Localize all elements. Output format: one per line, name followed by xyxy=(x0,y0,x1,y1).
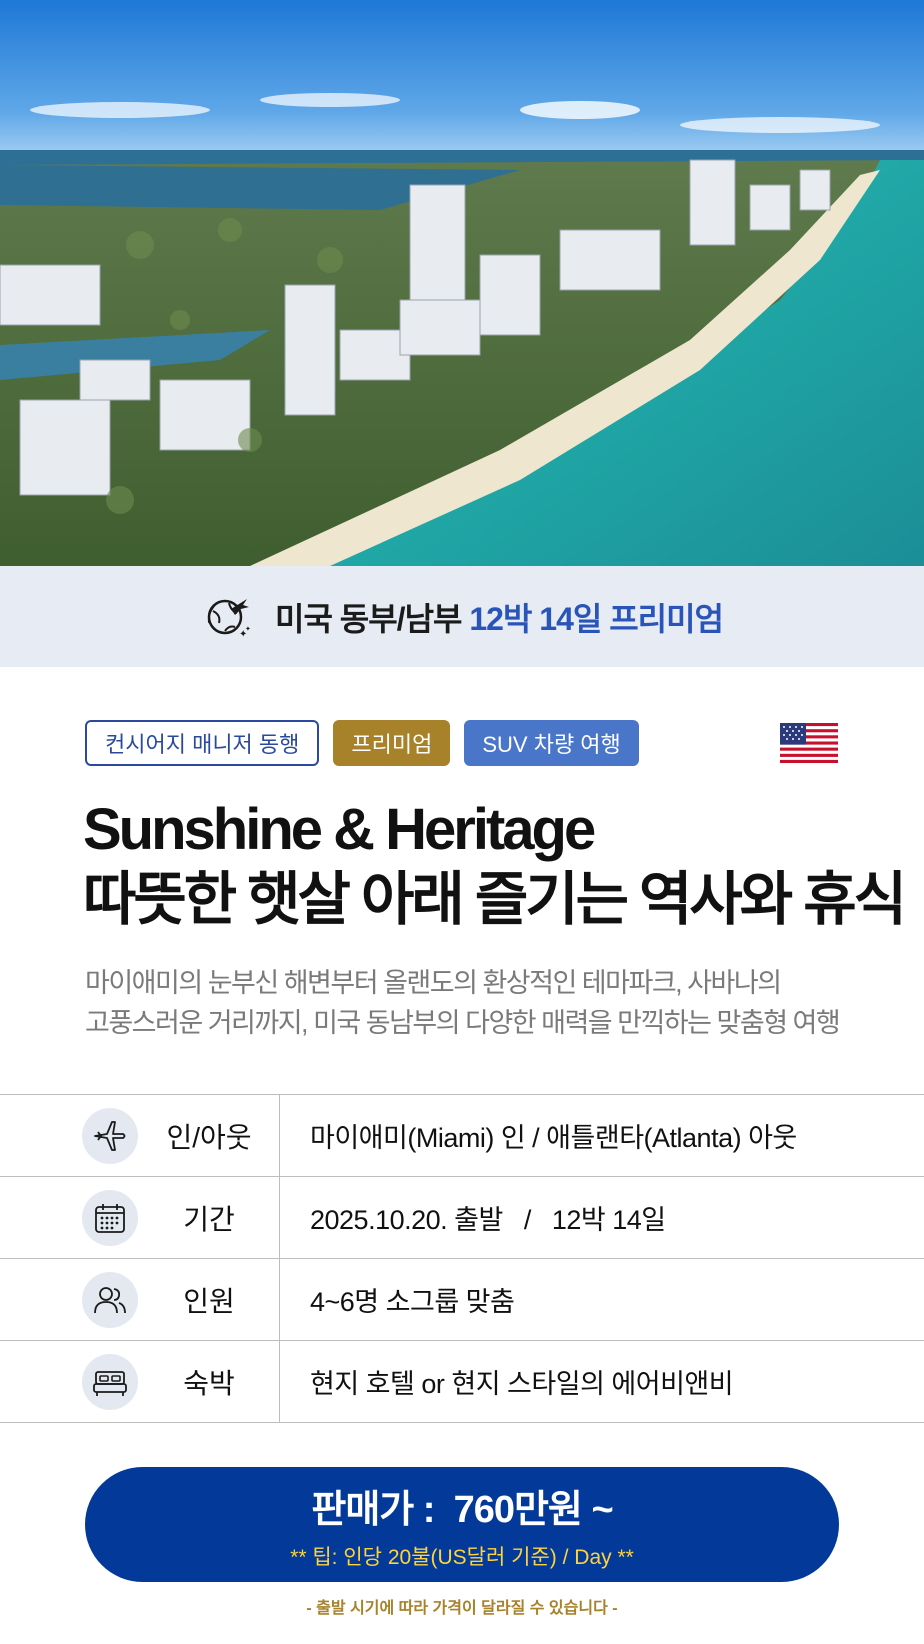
price-tip: ** 팁: 인당 20불(US달러 기준) / Day ** xyxy=(290,1546,634,1569)
tag-suv: SUV 차량 여행 xyxy=(464,720,639,766)
info-value-lodging: 현지 호텔 or 현지 스타일의 에어비앤비 xyxy=(310,1369,734,1399)
info-table: 인/아웃 마이애미(Miami) 인 / 애틀랜타(Atlanta) 아웃 기간… xyxy=(0,1094,924,1423)
info-value-people: 4~6명 소그룹 맞춤 xyxy=(310,1287,515,1317)
row-divider xyxy=(279,1177,280,1258)
description: 마이애미의 눈부신 해변부터 올랜도의 환상적인 테마파크, 사바나의 고풍스러… xyxy=(85,963,841,1043)
info-row-people: 인원 4~6명 소그룹 맞춤 xyxy=(0,1259,924,1341)
info-label-period: 기간 xyxy=(183,1203,235,1235)
row-divider xyxy=(279,1341,280,1422)
banner-title-duration: 12박 14일 프리미엄 xyxy=(469,600,724,637)
info-row-lodging: 숙박 현지 호텔 or 현지 스타일의 에어비앤비 xyxy=(0,1341,924,1423)
description-line-1: 마이애미의 눈부신 해변부터 올랜도의 환상적인 테마파크, 사바나의 xyxy=(85,968,782,998)
headline: Sunshine & Heritage 따뜻한 햇살 아래 즐기는 역사와 휴식 xyxy=(83,795,907,935)
info-label-lodging: 숙박 xyxy=(183,1367,235,1399)
headline-english: Sunshine & Heritage xyxy=(83,797,596,862)
info-label-inout: 인/아웃 xyxy=(166,1121,252,1153)
tag-row: 컨시어지 매니저 동행 프리미엄 SUV 차량 여행 xyxy=(85,720,639,766)
us-flag-icon xyxy=(780,723,838,763)
svg-text:✦: ✦ xyxy=(245,625,251,633)
people-icon xyxy=(82,1272,138,1328)
airplane-icon xyxy=(82,1108,138,1164)
info-value-inout: 마이애미(Miami) 인 / 애틀랜타(Atlanta) 아웃 xyxy=(310,1123,797,1153)
hero-photo xyxy=(0,0,924,566)
row-divider xyxy=(279,1259,280,1340)
banner-title-destination: 미국 동부/남부 xyxy=(275,600,462,637)
info-value-period: 2025.10.20. 출발 / 12박 14일 xyxy=(310,1205,666,1235)
info-row-period: 기간 2025.10.20. 출발 / 12박 14일 xyxy=(0,1177,924,1259)
headline-korean: 따뜻한 햇살 아래 즐기는 역사와 휴식 xyxy=(83,867,907,932)
info-label-people: 인원 xyxy=(183,1285,235,1317)
globe-plane-icon: ✦ ✦ xyxy=(207,598,251,640)
price-note: - 출발 시기에 따라 가격이 달라질 수 있습니다 - xyxy=(306,1600,618,1617)
tag-concierge: 컨시어지 매니저 동행 xyxy=(85,720,320,766)
tag-premium: 프리미엄 xyxy=(333,720,451,766)
bed-icon xyxy=(82,1354,138,1410)
title-banner: ✦ ✦ 미국 동부/남부 12박 14일 프리미엄 xyxy=(0,566,924,667)
banner-title: 미국 동부/남부 12박 14일 프리미엄 xyxy=(275,594,724,640)
price-box[interactable]: 판매가 : 760만원 ~ ** 팁: 인당 20불(US달러 기준) / Da… xyxy=(85,1467,839,1582)
description-line-2: 고풍스러운 거리까지, 미국 동남부의 다양한 매력을 만끽하는 맞춤형 여행 xyxy=(85,1008,841,1038)
aerial-beach-image xyxy=(0,0,924,566)
info-row-inout: 인/아웃 마이애미(Miami) 인 / 애틀랜타(Atlanta) 아웃 xyxy=(0,1095,924,1177)
price-main: 판매가 : 760만원 ~ xyxy=(311,1489,613,1531)
row-divider xyxy=(279,1095,280,1176)
calendar-icon xyxy=(82,1190,138,1246)
